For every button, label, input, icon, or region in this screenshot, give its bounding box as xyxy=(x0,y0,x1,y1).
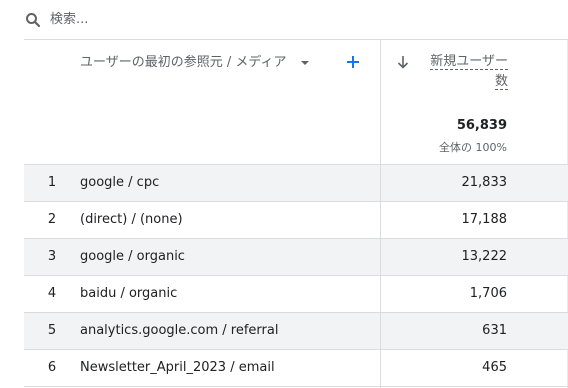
metric-header-label-line1[interactable]: 新規ユーザー xyxy=(430,54,508,70)
table-row[interactable]: 1 google / cpc 21,833 xyxy=(24,164,568,202)
search-input[interactable]: 検索... xyxy=(50,11,88,29)
table-row[interactable]: 4 baidu / organic 1,706 xyxy=(24,275,568,313)
row-dimension: (direct) / (none) xyxy=(80,212,183,227)
metric-total-percent: 全体の 100% xyxy=(439,141,507,154)
table-top-border xyxy=(24,39,568,40)
row-index: 1 xyxy=(47,175,57,190)
table-row[interactable]: 2 (direct) / (none) 17,188 xyxy=(24,201,568,239)
row-value: 17,188 xyxy=(461,212,508,227)
row-column-divider xyxy=(380,165,381,202)
row-dimension: Newsletter_April_2023 / email xyxy=(80,360,275,375)
search-icon xyxy=(26,13,41,28)
metric-header-label-line2[interactable]: 数 xyxy=(494,74,508,90)
row-value: 13,222 xyxy=(461,249,508,264)
table-row[interactable]: 3 google / organic 13,222 xyxy=(24,238,568,276)
add-dimension-button[interactable] xyxy=(344,53,362,71)
row-dimension: google / cpc xyxy=(80,175,160,190)
row-column-divider xyxy=(380,350,381,387)
row-dimension: baidu / organic xyxy=(80,286,178,301)
row-column-divider xyxy=(380,313,381,350)
sort-descending-icon[interactable] xyxy=(396,54,410,70)
row-value: 465 xyxy=(482,360,507,375)
metric-total-value: 56,839 xyxy=(456,118,507,133)
row-index: 3 xyxy=(47,249,57,264)
row-dimension: google / organic xyxy=(80,249,185,264)
row-column-divider xyxy=(380,202,381,239)
metric-header-new-users[interactable]: 新規ユーザー 数 xyxy=(418,52,508,92)
dimension-header-label[interactable]: ユーザーの最初の参照元 / メディア xyxy=(80,54,286,72)
row-index: 5 xyxy=(47,323,57,338)
table-body: 1 google / cpc 21,833 2 (direct) / (none… xyxy=(24,164,568,387)
plus-icon xyxy=(347,56,359,68)
row-column-divider xyxy=(380,239,381,276)
row-index: 4 xyxy=(47,286,57,301)
row-index: 6 xyxy=(47,360,57,375)
search-bar[interactable]: 検索... xyxy=(0,0,568,40)
row-value: 1,706 xyxy=(469,286,507,301)
row-value: 631 xyxy=(482,323,507,338)
row-dimension: analytics.google.com / referral xyxy=(80,323,279,338)
caret-down-icon[interactable] xyxy=(300,54,310,72)
dimension-header[interactable]: ユーザーの最初の参照元 / メディア xyxy=(80,54,310,72)
row-column-divider xyxy=(380,276,381,313)
row-value: 21,833 xyxy=(461,175,508,190)
table-row[interactable]: 5 analytics.google.com / referral 631 xyxy=(24,312,568,350)
row-index: 2 xyxy=(47,212,57,227)
table-row[interactable]: 6 Newsletter_April_2023 / email 465 xyxy=(24,349,568,387)
